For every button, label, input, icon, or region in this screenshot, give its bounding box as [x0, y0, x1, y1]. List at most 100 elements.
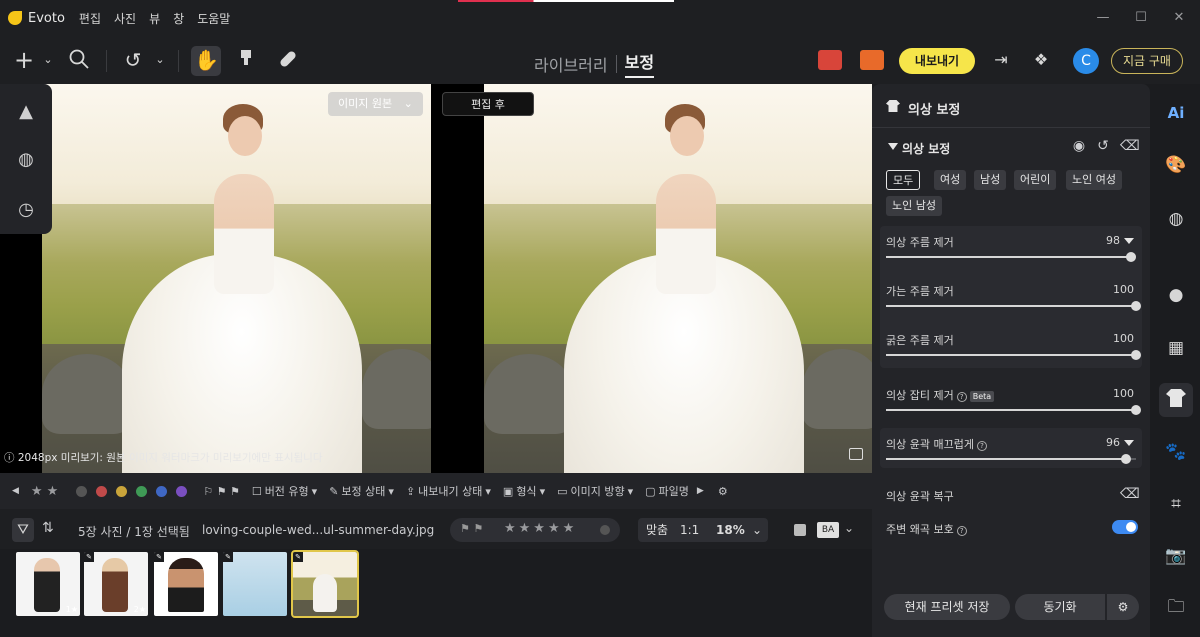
version-type-filter[interactable]: ☐ 버전 유형 ▾	[252, 483, 317, 499]
search-icon[interactable]	[67, 48, 91, 72]
color-label-yellow[interactable]	[116, 485, 128, 497]
scroll-right-icon[interactable]: ▶	[697, 486, 704, 496]
crop-icon[interactable]: ⌗	[1165, 493, 1187, 515]
sync-settings-icon[interactable]: ⚙	[1107, 594, 1139, 620]
close-button[interactable]: ✕	[1170, 9, 1188, 27]
zoom-chevron-down-icon[interactable]: ⌄	[752, 518, 762, 542]
folder-icon[interactable]: 🗀	[1165, 596, 1187, 618]
rating-control[interactable]: ⚑ ⚑ ★★★★★	[450, 518, 620, 542]
menu-help[interactable]: 도움말	[197, 10, 230, 27]
color-label-purple[interactable]	[176, 485, 188, 497]
wrinkle-slider[interactable]	[886, 252, 1136, 262]
hand-icon[interactable]: ✋	[194, 48, 219, 72]
palette-icon[interactable]: 🎨	[1165, 154, 1187, 176]
thick-wrinkle-slider[interactable]	[886, 350, 1141, 360]
reset-icon[interactable]: ↺	[1095, 138, 1111, 154]
orientation-filter[interactable]: ▭ 이미지 방향 ▾	[557, 483, 633, 499]
texture-icon[interactable]: ◍	[1165, 208, 1187, 230]
help-icon[interactable]: ?	[956, 526, 967, 536]
menu-window[interactable]: 창	[173, 10, 184, 27]
lint-slider[interactable]	[886, 405, 1141, 415]
rating-stars-icon[interactable]: ★★★★★	[504, 521, 577, 536]
camera-icon[interactable]: 📷	[1165, 545, 1187, 567]
visibility-icon[interactable]: ◉	[1071, 138, 1087, 154]
compare-icon[interactable]	[849, 448, 863, 460]
section-title[interactable]: 의상 보정	[902, 140, 950, 157]
wrinkle-slider-knob[interactable]	[1126, 252, 1136, 262]
paw-icon[interactable]: 🐾	[1165, 441, 1187, 463]
thumbnail[interactable]: ✎ 2★	[84, 552, 148, 616]
zoom-value[interactable]: 18%	[716, 518, 745, 542]
chip-senior-female[interactable]: 노인 여성	[1066, 170, 1122, 190]
fine-wrinkle-slider-knob[interactable]	[1131, 301, 1141, 311]
avatar[interactable]: C	[1073, 48, 1099, 74]
fine-wrinkle-slider[interactable]	[886, 301, 1141, 311]
smooth-value[interactable]: 96	[1106, 436, 1120, 449]
export-status-filter[interactable]: ⇪ 내보내기 상태 ▾	[406, 483, 491, 499]
color-label-none[interactable]	[76, 485, 88, 497]
thumbnail[interactable]: ✎	[223, 552, 287, 616]
split-divider[interactable]	[431, 84, 484, 473]
buy-now-button[interactable]: 지금 구매	[1111, 48, 1183, 74]
menu-view[interactable]: 뷰	[149, 10, 160, 27]
collapse-triangle-icon[interactable]	[888, 143, 898, 150]
chip-female[interactable]: 여성	[934, 170, 967, 190]
single-view-icon[interactable]	[794, 524, 806, 536]
flag-filter-icon[interactable]: ⚐ ⚑ ⚑	[203, 485, 240, 498]
protect-toggle[interactable]	[1112, 520, 1138, 534]
history-icon[interactable]: ◷	[14, 198, 38, 222]
smooth-slider-knob[interactable]	[1121, 454, 1131, 464]
filter-settings-icon[interactable]: ⚙	[718, 485, 728, 498]
star-filter-icon[interactable]: ★	[47, 484, 59, 499]
lint-slider-knob[interactable]	[1131, 405, 1141, 415]
tab-retouch[interactable]: 보정	[624, 49, 655, 78]
smooth-slider[interactable]	[886, 454, 1136, 464]
filter-icon[interactable]: ⛛	[12, 518, 34, 542]
zoom-1to1-button[interactable]: 1:1	[680, 518, 699, 542]
wrinkle-value[interactable]: 98	[1106, 234, 1120, 247]
before-after-view-icon[interactable]: BA	[817, 522, 839, 538]
brush-icon[interactable]	[234, 48, 258, 72]
gift-icon[interactable]	[818, 50, 842, 70]
chip-senior-male[interactable]: 노인 남성	[886, 196, 942, 216]
help-icon[interactable]: ?	[976, 441, 987, 451]
view-chevron-down-icon[interactable]: ⌄	[844, 521, 854, 535]
file-filter[interactable]: ▢ 파일명	[645, 483, 689, 499]
format-filter[interactable]: ▣ 형식 ▾	[503, 483, 545, 499]
bandage-icon[interactable]	[276, 48, 300, 72]
sync-button[interactable]: 동기화	[1015, 594, 1105, 620]
promo-ticket-icon[interactable]	[860, 50, 884, 70]
minimize-button[interactable]: —	[1094, 9, 1112, 27]
chip-male[interactable]: 남성	[974, 170, 1007, 190]
help-icon[interactable]: ?	[956, 392, 967, 402]
head-icon[interactable]: ●	[1165, 284, 1187, 306]
color-label-blue[interactable]	[156, 485, 168, 497]
chevron-down-icon[interactable]: ⌄	[36, 48, 60, 72]
chip-child[interactable]: 어린이	[1014, 170, 1057, 190]
color-label-red[interactable]	[96, 485, 108, 497]
image-canvas[interactable]: 이미지 원본 ⌄ 편집 후 ⓘ 2048px 미리보기: 원본 이미지 워터마크…	[0, 84, 872, 473]
fine-wrinkle-value[interactable]: 100	[1113, 283, 1134, 296]
menu-edit[interactable]: 편집	[79, 10, 101, 27]
color-label-green[interactable]	[136, 485, 148, 497]
save-preset-button[interactable]: 현재 프리셋 저장	[884, 594, 1010, 620]
eraser-icon[interactable]: ⌫	[1120, 138, 1140, 154]
thumbnail-selected[interactable]: ✎	[291, 550, 359, 618]
share-icon[interactable]: ⇥	[989, 48, 1013, 72]
star-filter-icon[interactable]: ★	[31, 484, 43, 499]
add-icon[interactable]: +	[12, 48, 36, 72]
sort-icon[interactable]: ⇅	[42, 520, 54, 536]
thick-wrinkle-slider-knob[interactable]	[1131, 350, 1141, 360]
collapse-icon[interactable]: ◀	[12, 486, 19, 496]
background-icon[interactable]: ▦	[1165, 337, 1187, 359]
zoom-fit-button[interactable]: 맞춤	[646, 518, 668, 542]
thumbnail[interactable]: ✎	[154, 552, 218, 616]
chip-all[interactable]: 모두	[886, 170, 921, 190]
texture-icon[interactable]: ◍	[14, 148, 38, 172]
menu-photo[interactable]: 사진	[114, 10, 136, 27]
eraser-icon[interactable]: ⌫	[1120, 486, 1140, 502]
ai-icon[interactable]: Ai	[1165, 102, 1187, 124]
undo-icon[interactable]: ↺	[121, 48, 145, 72]
thumbnail[interactable]: 1★	[16, 552, 80, 616]
smooth-expand-icon[interactable]	[1124, 440, 1134, 446]
